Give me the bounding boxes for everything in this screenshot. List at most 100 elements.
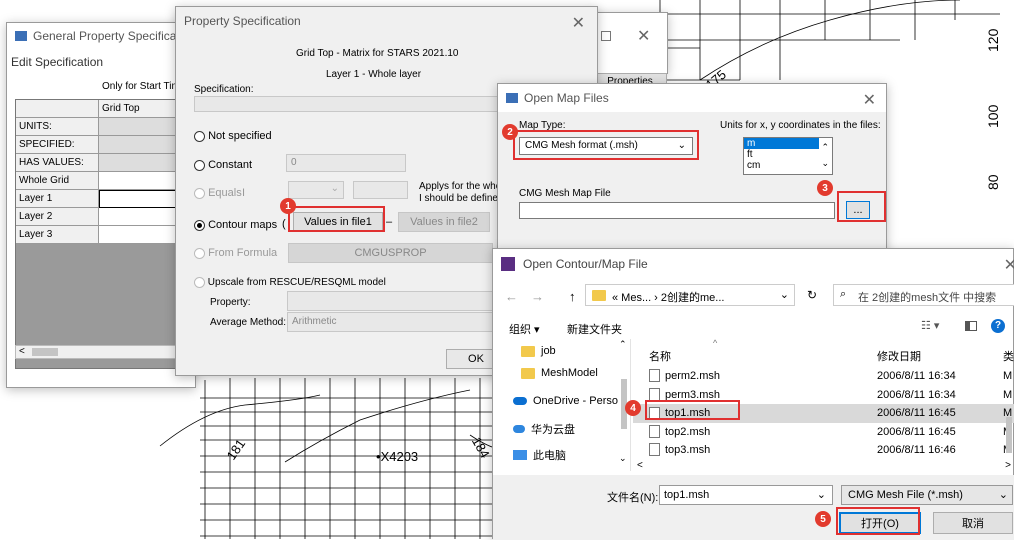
mesh-file-field[interactable] bbox=[519, 202, 835, 219]
grid-row-label[interactable]: Whole Grid bbox=[16, 172, 99, 190]
equals-radio[interactable]: Equals bbox=[194, 187, 242, 199]
close-icon[interactable]: ✕ bbox=[863, 90, 876, 110]
address-bar[interactable]: « Mes... › 2创建的me... ⌄ bbox=[585, 284, 795, 306]
units-label: Units for x, y coordinates in the files: bbox=[720, 120, 881, 131]
grid-row-label[interactable]: Layer 2 bbox=[16, 208, 99, 226]
applys-text: Applys for the who bbox=[419, 181, 502, 192]
scroll-right-icon[interactable]: > bbox=[1005, 460, 1011, 471]
preview-pane-icon[interactable] bbox=[965, 321, 977, 331]
grid-row-label[interactable]: Layer 1 bbox=[16, 190, 99, 208]
contour-maps-radio[interactable]: Contour maps bbox=[194, 219, 277, 231]
from-formula-radio[interactable]: From Formula bbox=[194, 247, 277, 259]
file-date: 2006/8/11 16:34 bbox=[877, 389, 956, 401]
close-icon[interactable]: ✕ bbox=[572, 13, 585, 33]
forward-icon[interactable]: → bbox=[531, 289, 544, 304]
sort-icon: ^ bbox=[713, 338, 718, 348]
filename-label: 文件名(N): bbox=[607, 492, 659, 504]
equals-field[interactable] bbox=[353, 181, 408, 199]
refresh-icon[interactable]: ↻ bbox=[807, 288, 817, 302]
step-badge-2: 2 bbox=[502, 124, 518, 140]
grid-row-label[interactable]: Layer 3 bbox=[16, 226, 99, 244]
close-icon[interactable]: ✕ bbox=[637, 26, 650, 46]
organize-menu[interactable]: 组织 ▾ bbox=[509, 321, 540, 337]
constant-value-field[interactable]: 0 bbox=[286, 154, 406, 172]
cloud-icon bbox=[513, 397, 527, 405]
col-header-name[interactable]: 名称 bbox=[649, 348, 671, 364]
grid-row-label: HAS VALUES: bbox=[16, 154, 99, 172]
file-row[interactable]: perm2.msh 2006/8/11 16:34 M bbox=[633, 367, 1014, 385]
highlight-open-button bbox=[836, 507, 920, 535]
close-icon[interactable]: ✕ bbox=[1004, 255, 1014, 275]
open-contour-titlebar: Open Contour/Map File bbox=[493, 249, 1013, 279]
grid-corner bbox=[16, 100, 99, 118]
filename-input[interactable]: top1.msh ⌄ bbox=[659, 485, 833, 505]
paren: ( bbox=[282, 218, 286, 230]
file-name: top3.msh bbox=[665, 444, 711, 456]
window-title: Property Specification bbox=[184, 14, 301, 28]
unit-ft[interactable]: ft bbox=[744, 149, 832, 160]
upscale-radio[interactable]: Upscale from RESCUE/RESQML model bbox=[194, 277, 386, 288]
values-in-file2-button[interactable]: Values in file2 bbox=[398, 212, 490, 232]
nav-label: 此电脑 bbox=[533, 450, 566, 462]
file-row[interactable]: top2.msh 2006/8/11 16:45 M bbox=[633, 423, 1014, 441]
back-icon[interactable]: ← bbox=[505, 289, 518, 304]
scroll-left-icon[interactable]: < bbox=[19, 346, 25, 357]
well-marker: •X4203 bbox=[376, 449, 419, 464]
chevron-down-icon[interactable]: ⌄ bbox=[780, 288, 789, 301]
constant-radio[interactable]: Constant bbox=[194, 159, 252, 171]
nav-item-job[interactable]: job bbox=[521, 345, 556, 357]
horizontal-scrollbar[interactable]: < bbox=[15, 345, 197, 359]
scroll-up-icon[interactable]: ⌃ bbox=[619, 339, 627, 350]
formula-button[interactable]: CMGUSPROP bbox=[288, 243, 493, 263]
col-header-type[interactable]: 类 bbox=[1003, 348, 1014, 364]
scroll-thumb[interactable] bbox=[1006, 417, 1012, 453]
units-listbox[interactable]: m ft cm ⌃ ⌄ bbox=[743, 137, 833, 175]
nav-item-huawei[interactable]: 华为云盘 bbox=[513, 421, 575, 437]
nav-item-onedrive[interactable]: OneDrive - Perso bbox=[513, 395, 618, 407]
v-scrollbar[interactable] bbox=[1005, 367, 1013, 457]
file-icon bbox=[649, 425, 660, 438]
average-method-label: Average Method: bbox=[210, 317, 286, 328]
unit-m[interactable]: m bbox=[744, 138, 819, 149]
grid-row-label: UNITS: bbox=[16, 118, 99, 136]
chevron-down-icon: ⌄ bbox=[330, 183, 339, 194]
scroll-down-icon[interactable]: ⌄ bbox=[619, 453, 627, 464]
maximize-icon[interactable] bbox=[601, 31, 611, 41]
nav-label: OneDrive - Perso bbox=[533, 395, 618, 407]
cancel-button[interactable]: 取消 bbox=[933, 512, 1013, 534]
help-icon[interactable]: ? bbox=[991, 319, 1005, 333]
spec-grid: Grid Top UNITS: SPECIFIED: HAS VALUES: W… bbox=[15, 99, 198, 369]
property-field[interactable] bbox=[287, 291, 497, 311]
scroll-up-icon[interactable]: ⌃ bbox=[821, 142, 829, 153]
search-placeholder: 在 2创建的mesh文件 中搜索 bbox=[858, 292, 997, 304]
step-badge-1: 1 bbox=[280, 198, 296, 214]
scroll-down-icon[interactable]: ⌄ bbox=[821, 158, 829, 169]
nav-item-this-pc[interactable]: 此电脑 bbox=[513, 447, 566, 463]
mesh-file-label: CMG Mesh Map File bbox=[519, 188, 611, 199]
average-method-field[interactable]: Arithmetic bbox=[287, 312, 497, 332]
unit-cm[interactable]: cm bbox=[744, 160, 832, 171]
nav-item-meshmodel[interactable]: MeshModel bbox=[521, 367, 598, 379]
not-specified-radio[interactable]: Not specified bbox=[194, 130, 272, 142]
app-icon bbox=[501, 257, 515, 271]
scroll-left-icon[interactable]: < bbox=[637, 460, 643, 471]
scroll-thumb[interactable] bbox=[32, 348, 58, 356]
h-scrollbar[interactable]: < > bbox=[633, 460, 1014, 473]
up-icon[interactable]: ↑ bbox=[569, 289, 576, 304]
search-box[interactable]: ⌕ 在 2创建的mesh文件 中搜索 bbox=[833, 284, 1014, 306]
equals-label: Equals bbox=[208, 187, 242, 199]
prop-spec-titlebar: Property Specification bbox=[176, 7, 597, 35]
step-badge-4: 4 bbox=[625, 400, 641, 416]
edit-specification-menu[interactable]: Edit Specification bbox=[11, 55, 103, 69]
file-row[interactable]: top3.msh 2006/8/11 16:46 M bbox=[633, 441, 1014, 459]
new-folder-button[interactable]: 新建文件夹 bbox=[567, 321, 622, 337]
view-icon[interactable]: ☷ ▾ bbox=[921, 319, 939, 332]
chevron-down-icon[interactable]: ⌄ bbox=[817, 488, 826, 501]
file-type-filter[interactable]: CMG Mesh File (*.msh) ⌄ bbox=[841, 485, 1013, 505]
axis-label: 100 bbox=[985, 104, 1001, 128]
window-title: Open Map Files bbox=[524, 91, 609, 105]
col-header-date[interactable]: 修改日期 bbox=[877, 348, 921, 364]
general-titlebar: General Property Specificatio bbox=[7, 23, 195, 49]
equals-dropdown[interactable]: ⌄ bbox=[288, 181, 344, 199]
cloud-icon bbox=[513, 425, 525, 433]
